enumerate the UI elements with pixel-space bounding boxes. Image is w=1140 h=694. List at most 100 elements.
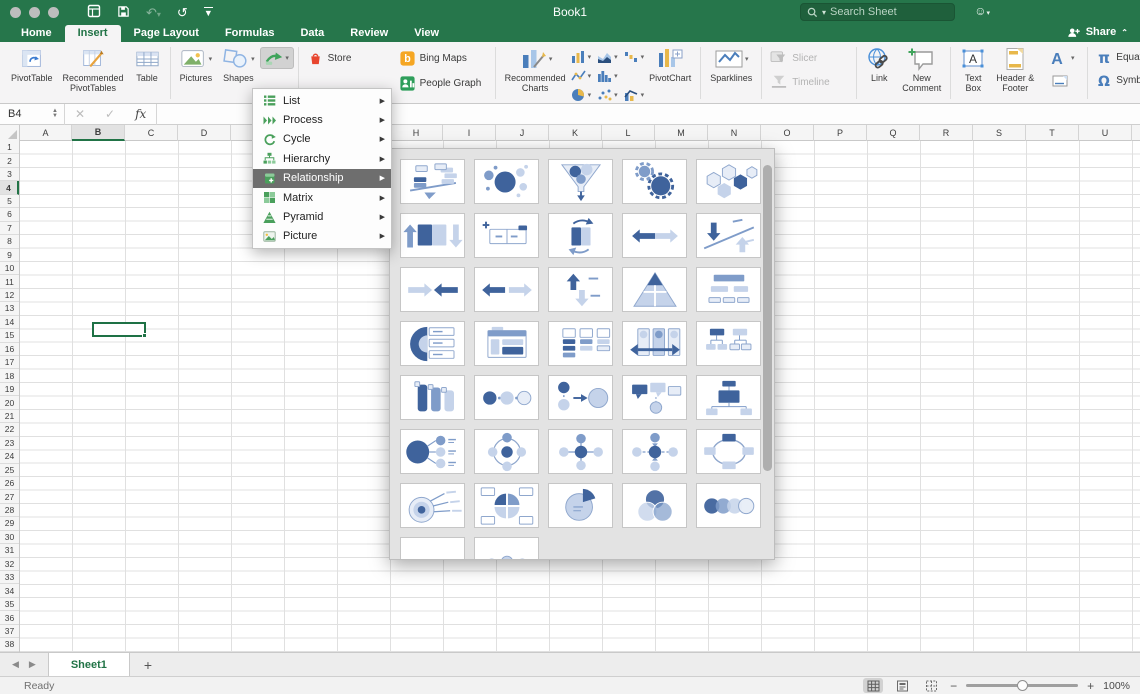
histogram-chart-button[interactable]: ▾ xyxy=(597,66,618,85)
gallery-tile-hexagon-cluster[interactable] xyxy=(696,159,761,204)
area-chart-button[interactable]: ▾ xyxy=(597,47,618,66)
gallery-tile-two-org[interactable] xyxy=(696,321,761,366)
row-header-18[interactable]: 18 xyxy=(0,369,19,382)
row-header-3[interactable]: 3 xyxy=(0,168,19,181)
smartart-menu-item-process[interactable]: Process▶ xyxy=(253,110,391,129)
insert-function-icon[interactable]: fx xyxy=(135,107,146,121)
gallery-tile-stacked-venn[interactable] xyxy=(400,537,465,560)
gallery-tile-callouts[interactable] xyxy=(622,375,687,420)
gallery-tile-column-stack[interactable] xyxy=(548,321,613,366)
gallery-tile-circle-cluster[interactable] xyxy=(474,159,539,204)
feedback-smiley-icon[interactable]: ☺▾ xyxy=(974,4,990,18)
search-input[interactable]: ▾ Search Sheet xyxy=(800,3,955,21)
row-header-12[interactable]: 12 xyxy=(0,289,19,302)
line-chart-button[interactable]: ▾ xyxy=(571,66,592,85)
next-sheet-icon[interactable]: ▶ xyxy=(29,659,36,670)
gallery-tile-radial-ring[interactable] xyxy=(474,429,539,474)
column-header-r[interactable]: R xyxy=(920,125,973,141)
add-sheet-button[interactable]: + xyxy=(130,657,166,673)
row-header-29[interactable]: 29 xyxy=(0,517,19,530)
smartart-menu-item-list[interactable]: List▶ xyxy=(253,91,391,110)
row-header-2[interactable]: 2 xyxy=(0,154,19,167)
waterfall-chart-button[interactable]: ▾ xyxy=(624,47,645,66)
column-header-q[interactable]: Q xyxy=(867,125,920,141)
undo-icon[interactable]: ↶▾ xyxy=(146,6,161,19)
gallery-tile-plus-minus[interactable] xyxy=(474,213,539,258)
row-header-1[interactable]: 1 xyxy=(0,141,19,154)
page-layout-view-button[interactable] xyxy=(892,678,912,693)
people-graph-button[interactable]: People Graph xyxy=(395,73,491,94)
zoom-out-button[interactable]: − xyxy=(950,679,957,693)
gallery-tile-table-list[interactable] xyxy=(696,267,761,312)
row-header-38[interactable]: 38 xyxy=(0,638,19,651)
selected-cell[interactable] xyxy=(92,322,146,336)
tab-insert[interactable]: Insert xyxy=(65,25,121,42)
row-header-24[interactable]: 24 xyxy=(0,450,19,463)
row-header-32[interactable]: 32 xyxy=(0,558,19,571)
smartart-menu-item-matrix[interactable]: Matrix▶ xyxy=(253,188,391,207)
symbol-button[interactable]: Ω Symbol xyxy=(1092,71,1140,90)
gallery-tile-counterbalance-arrows[interactable] xyxy=(696,213,761,258)
header-footer-button[interactable]: Header & Footer xyxy=(991,45,1039,95)
gallery-tile-radial-arrows[interactable] xyxy=(622,429,687,474)
row-header-9[interactable]: 9 xyxy=(0,249,19,262)
new-comment-button[interactable]: New Comment xyxy=(897,45,946,95)
gallery-tile-converging-arrows[interactable] xyxy=(400,267,465,312)
row-header-30[interactable]: 30 xyxy=(0,531,19,544)
row-header-19[interactable]: 19 xyxy=(0,383,19,396)
column-header-l[interactable]: L xyxy=(602,125,655,141)
row-header-14[interactable]: 14 xyxy=(0,316,19,329)
wordart-button[interactable]: A ▾ xyxy=(1044,48,1079,68)
signature-line-button[interactable] xyxy=(1048,72,1074,90)
zoom-in-button[interactable]: + xyxy=(1087,679,1094,693)
gallery-tile-circle-arrow[interactable] xyxy=(548,375,613,420)
equation-button[interactable]: π Equation ▾ xyxy=(1092,48,1140,67)
gallery-tile-funnel[interactable] xyxy=(548,159,613,204)
redo-icon[interactable]: ↺ xyxy=(177,6,188,19)
row-header-15[interactable]: 15 xyxy=(0,329,19,342)
pictures-button[interactable]: ▾ Pictures xyxy=(175,45,218,84)
fill-handle[interactable] xyxy=(142,333,147,338)
close-window-button[interactable] xyxy=(10,7,21,18)
scatter-chart-button[interactable]: ▾ xyxy=(597,85,618,104)
column-header-c[interactable]: C xyxy=(125,125,178,141)
column-header-m[interactable]: M xyxy=(655,125,708,141)
smartart-menu-item-hierarchy[interactable]: Hierarchy▶ xyxy=(253,149,391,168)
name-box-stepper[interactable]: ▲▼ xyxy=(52,109,58,120)
tab-data[interactable]: Data xyxy=(287,25,337,42)
gallery-tile-quadrant-pie[interactable] xyxy=(474,483,539,528)
gallery-tile-cylinders[interactable] xyxy=(400,375,465,420)
smartart-menu-item-relationship[interactable]: Relationship▶ xyxy=(253,169,391,188)
smartart-menu-item-pyramid[interactable]: Pyramid▶ xyxy=(253,207,391,226)
minimize-window-button[interactable] xyxy=(29,7,40,18)
link-button[interactable]: Link xyxy=(861,45,897,84)
gallery-tile-reverse-cycle[interactable] xyxy=(548,213,613,258)
tab-formulas[interactable]: Formulas xyxy=(212,25,288,42)
row-header-36[interactable]: 36 xyxy=(0,611,19,624)
gallery-tile-opposing-arrows[interactable] xyxy=(622,213,687,258)
row-header-5[interactable]: 5 xyxy=(0,195,19,208)
smartart-menu-item-cycle[interactable]: Cycle▶ xyxy=(253,130,391,149)
row-header-10[interactable]: 10 xyxy=(0,262,19,275)
gallery-tile-radial-cross[interactable] xyxy=(548,429,613,474)
row-header-13[interactable]: 13 xyxy=(0,302,19,315)
gallery-tile-cycle-ring[interactable] xyxy=(696,429,761,474)
row-header-21[interactable]: 21 xyxy=(0,410,19,423)
smartart-button[interactable]: ▾ xyxy=(260,47,294,69)
sparklines-button[interactable]: ▾ Sparklines xyxy=(705,45,757,84)
gallery-tile-venn[interactable] xyxy=(622,483,687,528)
toolbar-options-icon[interactable]: ▼ xyxy=(204,7,213,18)
row-header-4[interactable]: 4 xyxy=(0,181,19,194)
row-header-35[interactable]: 35 xyxy=(0,598,19,611)
column-header-s[interactable]: S xyxy=(973,125,1026,141)
column-header-k[interactable]: K xyxy=(549,125,602,141)
page-break-view-button[interactable] xyxy=(921,678,941,693)
text-box-button[interactable]: A Text Box xyxy=(955,45,991,95)
gallery-tile-segmented-pyramid[interactable] xyxy=(622,267,687,312)
pivottable-button[interactable]: PivotTable xyxy=(6,45,58,84)
row-header-28[interactable]: 28 xyxy=(0,504,19,517)
gallery-tile-gears[interactable] xyxy=(622,159,687,204)
column-header-n[interactable]: N xyxy=(708,125,761,141)
gallery-tile-balance[interactable] xyxy=(400,159,465,204)
gallery-tile-radial-list[interactable] xyxy=(400,429,465,474)
